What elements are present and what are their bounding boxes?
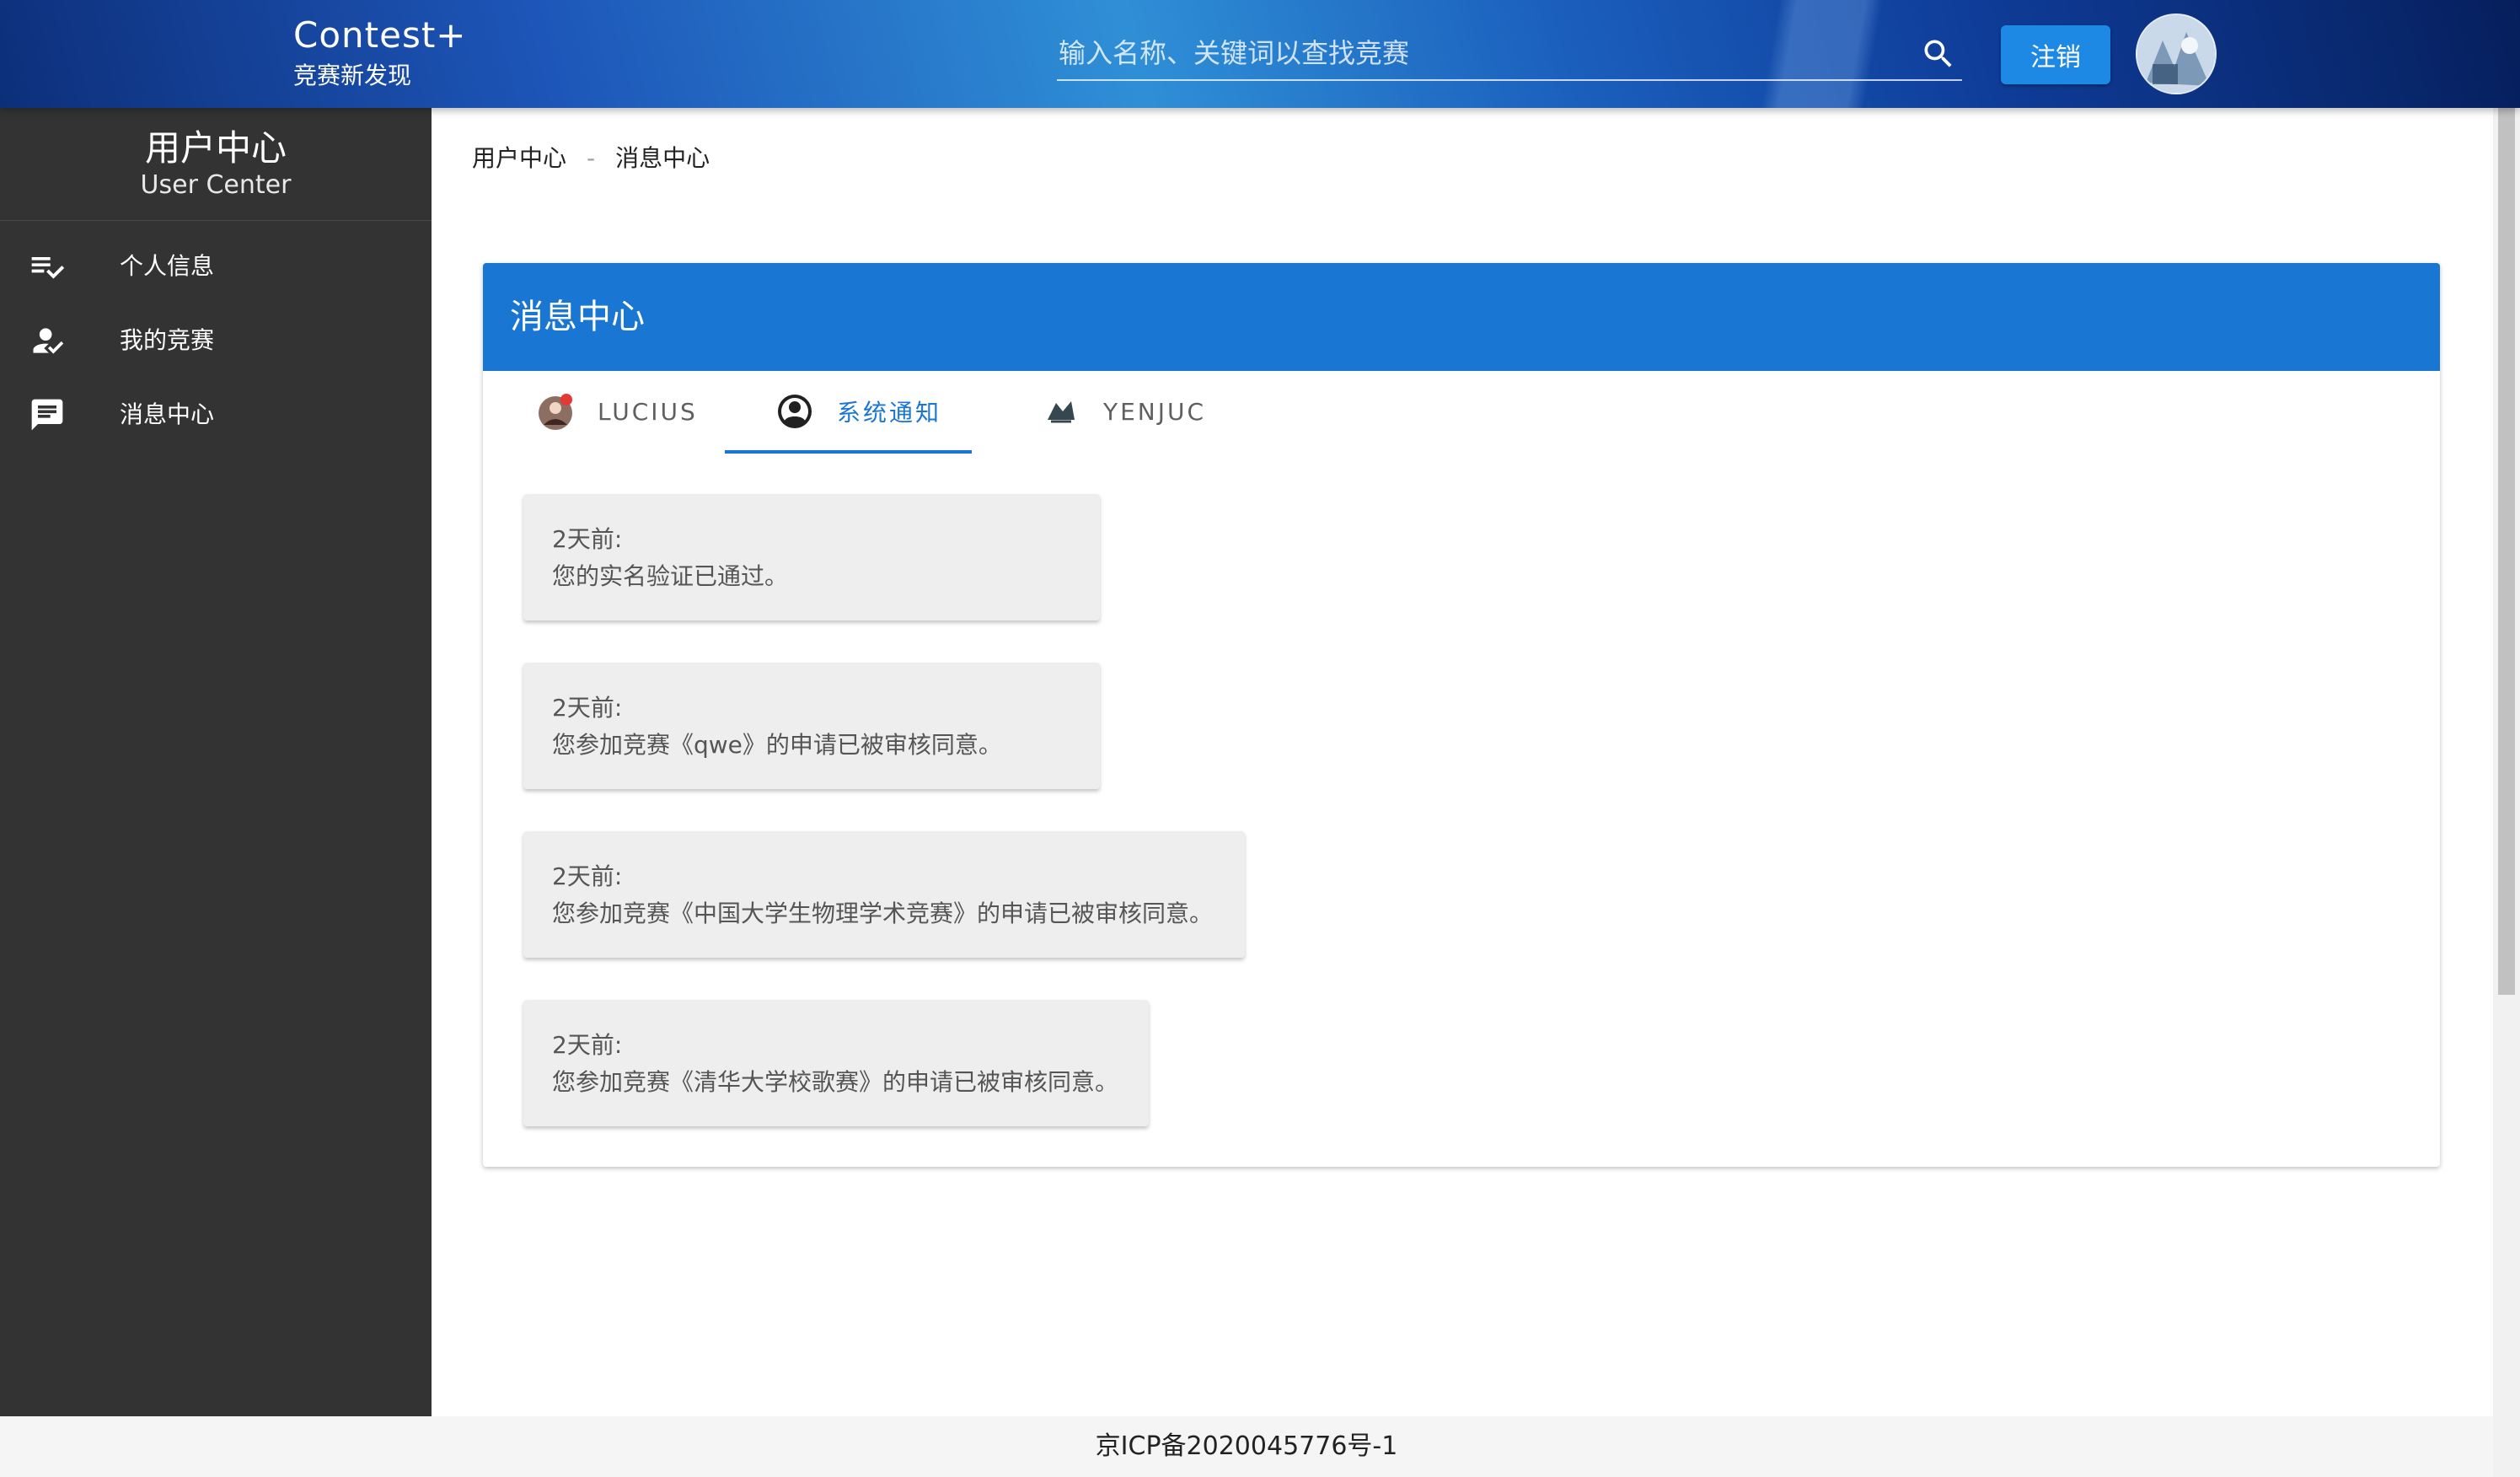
sidebar-item-label: 我的竞赛 [120,326,215,354]
account-check-icon [33,328,64,354]
sidebar-item-messages[interactable]: 消息中心 [0,378,432,452]
account-circle-icon [778,395,812,428]
sidebar-item-label: 消息中心 [120,400,215,428]
sidebar-title: 用户中心 [144,127,287,169]
message-card[interactable]: 2天前: 您参加竞赛《中国大学生物理学术竞赛》的申请已被审核同意。 [523,831,1245,958]
sidebar-subtitle: User Center [140,170,292,200]
logout-button[interactable]: 注销 [2001,25,2110,84]
message-card[interactable]: 2天前: 您的实名验证已通过。 [523,494,1100,620]
icp-license[interactable]: 京ICP备2020045776号-1 [1096,1431,1398,1461]
sidebar-item-label: 个人信息 [120,252,215,280]
tab-yenjuc[interactable]: YENJUC [1041,371,1206,452]
tab-label: YENJUC [1103,397,1207,426]
yenjuc-avatar-icon [1041,391,1081,432]
message-text: 您参加竞赛《中国大学生物理学术竞赛》的申请已被审核同意。 [552,900,1214,927]
message-center-card: 消息中心 LUCIUS 系统通知 YENJUC 2天前: 您的实名验证已通过。 … [483,263,2440,1167]
breadcrumb: 用户中心 - 消息中心 [472,140,710,174]
unread-dot [560,394,572,406]
breadcrumb-separator: - [587,144,596,172]
message-card[interactable]: 2天前: 您参加竞赛《qwe》的申请已被审核同意。 [523,663,1100,789]
user-avatar[interactable] [2136,13,2217,94]
message-time: 2天前: [552,694,623,722]
breadcrumb-item-messages: 消息中心 [615,144,710,172]
avatar-image [2137,15,2215,93]
sidebar: 用户中心 User Center 个人信息 我的竞赛 消息中心 [0,108,432,1416]
breadcrumb-item-user-center[interactable]: 用户中心 [472,144,566,172]
message-card[interactable]: 2天前: 您参加竞赛《清华大学校歌赛》的申请已被审核同意。 [523,1000,1149,1126]
tab-label: 系统通知 [837,399,942,427]
footer: 京ICP备2020045776号-1 [0,1416,2493,1477]
page-scrollbar[interactable] [2493,0,2520,1477]
brand-title: Contest+ [293,14,467,56]
search-bar [1057,29,1962,81]
lucius-avatar-icon [539,394,572,430]
tab-lucius[interactable]: LUCIUS [535,371,698,452]
active-tab-indicator [725,450,972,454]
sidebar-item-my-contests[interactable]: 我的竞赛 [0,303,432,378]
brand[interactable]: Contest+ 竞赛新发现 [293,12,467,91]
scrollbar-thumb[interactable] [2498,0,2515,995]
message-tabs: LUCIUS 系统通知 YENJUC [483,371,2440,455]
sidebar-item-profile[interactable]: 个人信息 [0,229,432,303]
message-time: 2天前: [552,525,623,553]
message-text: 您参加竞赛《qwe》的申请已被审核同意。 [552,731,1002,759]
card-title: 消息中心 [483,263,2440,371]
tab-label: LUCIUS [598,397,698,426]
tab-system-notice[interactable]: 系统通知 [775,371,941,452]
search-icon[interactable] [1920,35,1957,73]
message-time: 2天前: [552,1031,623,1059]
message-time: 2天前: [552,862,623,890]
sidebar-header: 用户中心 User Center [0,108,432,221]
playlist-check-icon [31,257,65,279]
brand-subtitle: 竞赛新发现 [293,62,412,89]
message-text: 您参加竞赛《清华大学校歌赛》的申请已被审核同意。 [552,1068,1119,1096]
message-text-icon [31,399,63,431]
message-text: 您的实名验证已通过。 [552,562,789,590]
top-app-bar: Contest+ 竞赛新发现 注销 [0,0,2520,108]
search-input[interactable] [1057,29,1900,78]
